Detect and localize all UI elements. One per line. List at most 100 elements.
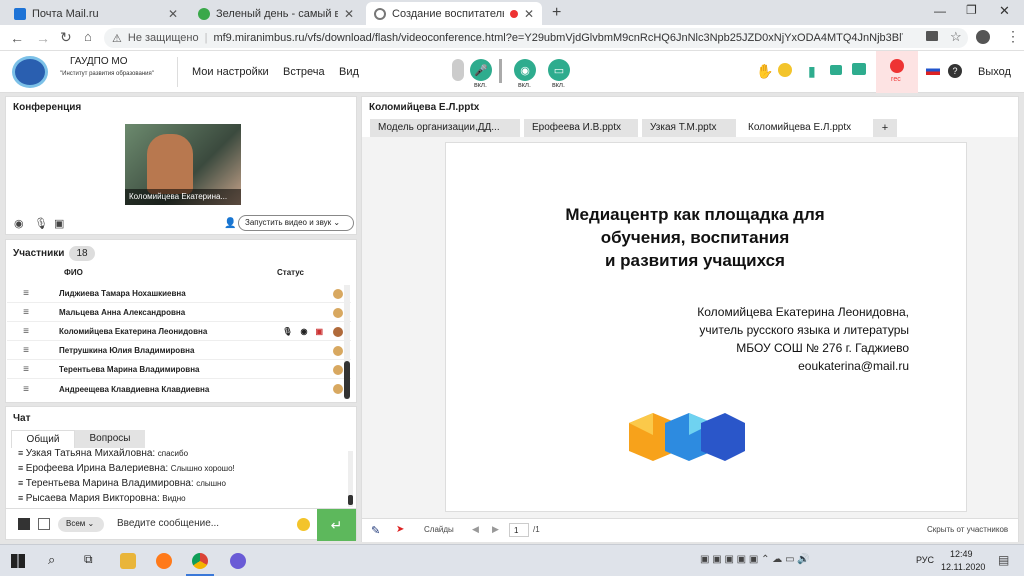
add-doc-tab-button[interactable]: + <box>873 119 897 137</box>
participant-name: Лиджиева Тамара Нохашкиевна <box>59 289 186 298</box>
drag-handle-icon: ≡ <box>18 493 24 503</box>
reload-icon[interactable]: ↻ <box>60 29 72 46</box>
browser-tab-mail[interactable]: Почта Mail.ru ✕ <box>6 2 186 25</box>
emoji-icon[interactable] <box>297 518 310 531</box>
drag-handle-icon[interactable]: ≡ <box>17 345 35 356</box>
browser-tab-active[interactable]: Создание воспитательно-о ✕ <box>366 2 542 25</box>
drag-handle-icon[interactable]: ≡ <box>17 288 35 299</box>
next-slide-button[interactable]: ▶ <box>492 524 499 535</box>
help-icon[interactable]: ? <box>948 64 962 78</box>
maximize-button[interactable]: ❐ <box>966 3 977 17</box>
send-button[interactable]: ↵ <box>317 509 356 541</box>
participant-row[interactable]: ≡ Мальцева Анна Александровна <box>7 304 351 322</box>
menu-meeting[interactable]: Встреча <box>283 66 325 78</box>
close-icon[interactable]: ✕ <box>524 7 534 21</box>
close-icon[interactable]: ✕ <box>344 7 354 21</box>
chat-tab-general[interactable]: Общий <box>11 430 75 448</box>
participant-row[interactable]: ≡ Андреещева Клавдиевна Клавдиевна <box>7 380 351 398</box>
browser-tab-green-day[interactable]: Зеленый день - самый выгодный ✕ <box>190 2 362 25</box>
col-status-header: Статус <box>277 268 304 277</box>
menu-view[interactable]: Вид <box>339 66 359 78</box>
chrome-icon[interactable] <box>192 553 208 569</box>
emoji-icon[interactable] <box>778 63 792 77</box>
drag-handle-icon[interactable]: ≡ <box>17 326 35 337</box>
page-input[interactable]: 1 <box>509 523 529 537</box>
chevron-down-icon: ⌄ <box>87 519 95 528</box>
warning-icon: ⚠ <box>112 32 122 45</box>
doc-tab-uzkaya[interactable]: Узкая Т.М.pptx <box>642 119 736 137</box>
share-icon[interactable]: ▣ <box>54 217 64 230</box>
search-icon[interactable]: ⌕ <box>48 552 55 568</box>
message-input[interactable]: Введите сообщение... <box>117 518 219 529</box>
camera-button[interactable]: ◉ <box>514 59 536 81</box>
participant-row[interactable]: ≡ Коломийцева Екатерина Леонидовна 🎙 ◉ ▣ <box>7 323 351 341</box>
recipient-select[interactable]: Всем ⌄ <box>58 517 104 532</box>
webcam-icon: ◉ <box>300 327 308 336</box>
menu-my-settings[interactable]: Мои настройки <box>192 66 269 78</box>
camera-icon[interactable] <box>926 31 938 41</box>
prev-slide-button[interactable]: ◀ <box>472 524 479 535</box>
address-bar-row: ← → ↻ ⌂ ⚠ Не защищено | mf9.miranimbus.r… <box>0 25 1024 51</box>
home-icon[interactable]: ⌂ <box>84 29 92 44</box>
color-picker-icon[interactable] <box>18 518 30 530</box>
drag-handle-icon[interactable]: ≡ <box>17 384 35 395</box>
microphone-button[interactable]: 🎤 <box>470 59 492 81</box>
notifications-icon[interactable]: ▤ <box>998 553 1009 567</box>
file-explorer-icon[interactable] <box>120 553 136 569</box>
participants-scrollbar[interactable] <box>344 285 350 399</box>
doc-tab-erofeeva[interactable]: Ерофеева И.В.pptx <box>524 119 638 137</box>
video-tile[interactable]: Коломийцева Екатерина... <box>125 124 241 205</box>
firefox-icon[interactable] <box>156 553 172 569</box>
chat-title: Чат <box>13 413 31 424</box>
start-av-button[interactable]: Запустить видео и звук ⌄ <box>238 215 354 231</box>
doc-tab-kolomiytseva[interactable]: Коломийцева Е.Л.pptx <box>740 119 866 137</box>
hide-from-participants-button[interactable]: Скрыть от участников <box>927 525 1008 534</box>
windows-start-icon[interactable] <box>11 554 25 568</box>
drag-handle-icon[interactable]: ≡ <box>17 307 35 318</box>
pointer-icon[interactable]: ➤ <box>396 524 404 535</box>
back-icon[interactable]: ← <box>10 30 24 46</box>
record-button[interactable] <box>890 59 904 73</box>
volume-slider[interactable] <box>499 59 502 83</box>
mic-icon[interactable]: 🎙 <box>34 217 48 230</box>
stats-icon[interactable]: ▮ <box>808 63 816 80</box>
drag-handle-icon: ≡ <box>18 448 24 458</box>
exit-button[interactable]: Выход <box>978 66 1011 78</box>
forward-icon[interactable]: → <box>36 30 50 46</box>
tray-icons[interactable]: ▣ ▣ ▣ ▣ ▣ ⌃ ☁ ▭ 🔊 <box>700 554 810 565</box>
screen-share-button[interactable]: ▭ <box>548 59 570 81</box>
minimize-button[interactable]: — <box>934 4 946 18</box>
browser-app-icon[interactable] <box>230 553 246 569</box>
raise-hand-icon[interactable]: ✋ <box>756 63 773 80</box>
window-close-button[interactable]: ✕ <box>999 3 1010 19</box>
recording-icon <box>509 9 518 18</box>
participant-row[interactable]: ≡ Лиджиева Тамара Нохашкиевна <box>7 285 351 303</box>
russian-flag-icon[interactable] <box>926 65 940 75</box>
profile-icon[interactable] <box>976 30 990 44</box>
chevron-down-icon: ⌄ <box>333 218 341 227</box>
webcam-icon[interactable]: ◉ <box>14 217 24 230</box>
pen-icon[interactable]: ✎ <box>371 524 380 537</box>
format-icon[interactable] <box>38 518 50 530</box>
conference-panel: Конференция Коломийцева Екатерина... ◉ 🎙… <box>5 96 357 235</box>
task-view-icon[interactable]: ⧉ <box>84 552 93 567</box>
omnibox[interactable]: ⚠ Не защищено | mf9.miranimbus.ru/vfs/do… <box>104 28 968 48</box>
tab-title: Создание воспитательно-о <box>392 7 504 20</box>
presenter-icon <box>333 326 343 337</box>
clock-date[interactable]: 12.11.2020 <box>941 562 985 572</box>
participant-row[interactable]: ≡ Терентьева Марина Владимировна <box>7 361 351 379</box>
chat-tab-questions[interactable]: Вопросы <box>75 430 145 448</box>
menu-icon[interactable]: ⋮ <box>1006 28 1020 45</box>
folder-icon[interactable] <box>852 63 866 75</box>
chat-scrollbar[interactable] <box>348 451 353 507</box>
close-icon[interactable]: ✕ <box>168 7 178 21</box>
participant-row[interactable]: ≡ Петрушкина Юлия Владимировна <box>7 342 351 360</box>
users-icon[interactable] <box>830 65 842 75</box>
language-indicator[interactable]: РУС <box>916 555 934 565</box>
new-tab-button[interactable]: + <box>552 4 561 22</box>
doc-tab-model[interactable]: Модель организации,ДД... <box>370 119 520 137</box>
participant-name: Андреещева Клавдиевна Клавдиевна <box>59 384 210 394</box>
star-icon[interactable]: ☆ <box>950 29 962 45</box>
clock-time[interactable]: 12:49 <box>950 549 973 559</box>
drag-handle-icon[interactable]: ≡ <box>17 364 35 375</box>
